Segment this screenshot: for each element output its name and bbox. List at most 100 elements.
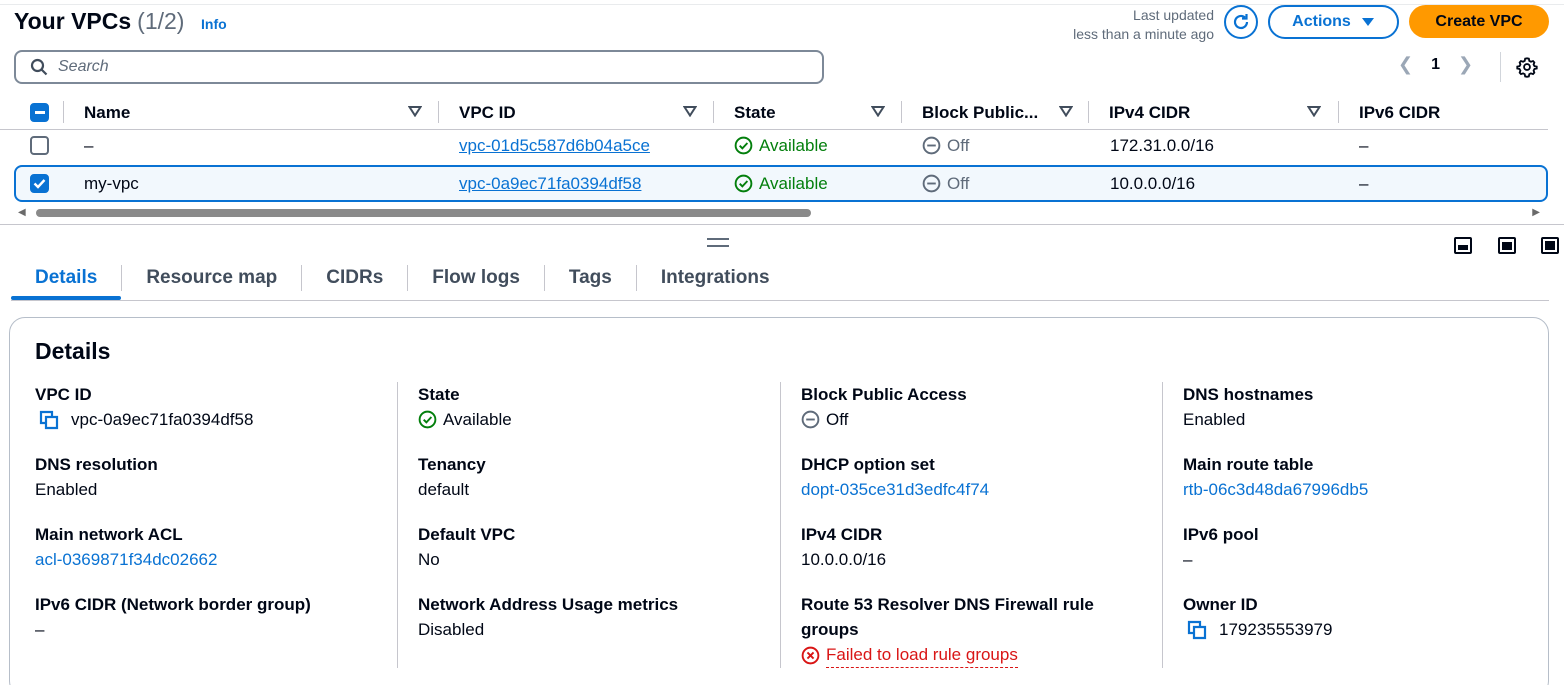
- split-bottom-icon[interactable]: [1454, 237, 1472, 254]
- field-label: IPv6 CIDR (Network border group): [35, 595, 311, 614]
- tab-details[interactable]: Details: [11, 256, 122, 300]
- search-input[interactable]: [58, 58, 758, 76]
- info-link[interactable]: Info: [201, 16, 227, 32]
- row-ipv4: 10.0.0.0/16: [1110, 173, 1196, 193]
- tab-tags[interactable]: Tags: [545, 256, 636, 300]
- tab-flow-logs[interactable]: Flow logs: [408, 256, 544, 300]
- col-name[interactable]: Name: [84, 96, 429, 129]
- split-full-icon[interactable]: [1541, 237, 1559, 254]
- ipv6-cidr-nbg-field: IPv6 CIDR (Network border group) –: [35, 592, 395, 642]
- col-ipv4-cidr[interactable]: IPv4 CIDR: [1109, 96, 1329, 129]
- row-checkbox[interactable]: [30, 127, 49, 164]
- tab-integrations[interactable]: Integrations: [637, 256, 794, 300]
- sort-caret-icon[interactable]: [1059, 105, 1073, 117]
- tenancy-value: default: [418, 480, 470, 499]
- row-name: my-vpc: [84, 173, 139, 193]
- title-text: Your VPCs: [14, 8, 132, 34]
- table-header: Name VPC ID State Block Public... IPv4 C…: [0, 96, 1548, 130]
- col-block-label: Block Public...: [922, 102, 1039, 122]
- default-vpc-value: No: [418, 550, 440, 569]
- sort-caret-icon[interactable]: [871, 105, 885, 117]
- row-ipv4: 172.31.0.0/16: [1110, 135, 1214, 155]
- col-ipv6-cidr[interactable]: IPv6 CIDR: [1359, 96, 1440, 129]
- check-icon: [33, 179, 46, 189]
- sort-caret-icon[interactable]: [683, 105, 697, 117]
- state-text: Available: [759, 173, 828, 193]
- main-network-acl-link[interactable]: acl-0369871f34dc02662: [35, 547, 395, 572]
- dns-hostnames-value: Enabled: [1183, 410, 1246, 429]
- vpc-id-field: VPC ID vpc-0a9ec71fa0394df58: [35, 382, 395, 432]
- sort-caret-icon[interactable]: [1307, 105, 1321, 117]
- dhcp-option-set-field: DHCP option set dopt-035ce31d3edfc4f74: [801, 452, 1161, 502]
- checkbox[interactable]: [30, 136, 49, 155]
- r53-firewall-error[interactable]: Failed to load rule groups: [826, 642, 1018, 668]
- prev-page-icon[interactable]: ❮: [1398, 54, 1413, 75]
- row-checkbox[interactable]: [30, 167, 49, 200]
- col-block-public-access[interactable]: Block Public...: [922, 96, 1082, 129]
- refresh-button[interactable]: [1224, 5, 1258, 39]
- next-page-icon[interactable]: ❯: [1458, 54, 1473, 75]
- field-label: DNS resolution: [35, 455, 158, 474]
- table-row[interactable]: – vpc-01d5c587d6b04a5ce Available Off 17…: [14, 127, 1548, 164]
- main-route-table-link[interactable]: rtb-06c3d48da67996db5: [1183, 477, 1543, 502]
- create-vpc-button[interactable]: Create VPC: [1409, 5, 1549, 38]
- row-block: Off: [922, 127, 969, 164]
- row-vpc-id-link: vpc-0a9ec71fa0394df58: [459, 167, 641, 200]
- vpc-id-link[interactable]: vpc-01d5c587d6b04a5ce: [459, 136, 650, 156]
- tab-cidrs[interactable]: CIDRs: [302, 256, 407, 300]
- block-text: Off: [947, 135, 970, 155]
- actions-button[interactable]: Actions: [1268, 5, 1399, 39]
- checkbox-checked[interactable]: [30, 174, 49, 193]
- status-stopped-icon: [922, 136, 941, 155]
- vpc-id-link[interactable]: vpc-0a9ec71fa0394df58: [459, 174, 641, 194]
- copy-icon[interactable]: [1187, 620, 1207, 640]
- sort-caret-icon[interactable]: [408, 105, 422, 117]
- column-divider: [901, 101, 902, 123]
- horizontal-scrollbar[interactable]: ◀ ▶: [16, 207, 1542, 219]
- status-stopped-icon: [801, 410, 820, 429]
- pagination: ❮ 1 ❯: [1398, 54, 1473, 75]
- ipv4-cidr-value: 10.0.0.0/16: [801, 550, 887, 569]
- status-stopped-icon: [922, 174, 941, 193]
- r53-firewall-field: Route 53 Resolver DNS Firewall rule grou…: [801, 592, 1161, 668]
- ipv6-cidr-nbg-value: –: [35, 620, 45, 639]
- ipv4-cidr-field: IPv4 CIDR 10.0.0.0/16: [801, 522, 1161, 572]
- nau-metrics-field: Network Address Usage metrics Disabled: [418, 592, 778, 642]
- table-row-selected[interactable]: my-vpc vpc-0a9ec71fa0394df58 Available O…: [14, 165, 1548, 202]
- search-box: [14, 50, 824, 84]
- field-label: Main route table: [1183, 455, 1314, 474]
- col-ipv4-label: IPv4 CIDR: [1109, 102, 1191, 122]
- row-vpc-id-link: vpc-01d5c587d6b04a5ce: [459, 127, 650, 164]
- current-page[interactable]: 1: [1431, 56, 1440, 74]
- col-state[interactable]: State: [734, 96, 894, 129]
- field-label: Block Public Access: [801, 385, 967, 404]
- tab-resource-map[interactable]: Resource map: [122, 256, 301, 300]
- resize-handle-icon[interactable]: [707, 238, 729, 247]
- field-label: IPv4 CIDR: [801, 525, 883, 544]
- column-divider: [780, 382, 781, 668]
- field-label: Owner ID: [1183, 595, 1258, 614]
- row-block: Off: [922, 167, 969, 200]
- dhcp-option-set-link[interactable]: dopt-035ce31d3edfc4f74: [801, 477, 1161, 502]
- checkbox-indeterminate[interactable]: [30, 103, 49, 122]
- preferences-gear-icon[interactable]: [1516, 56, 1538, 83]
- caret-down-icon: [1361, 18, 1374, 26]
- tabs-underline: [11, 300, 1549, 301]
- field-label: Main network ACL: [35, 525, 183, 544]
- col-vpc-id[interactable]: VPC ID: [459, 96, 704, 129]
- scrollbar-thumb[interactable]: [36, 209, 811, 217]
- field-label: DNS hostnames: [1183, 385, 1314, 404]
- scroll-left-icon[interactable]: ◀: [18, 207, 26, 218]
- copy-icon[interactable]: [39, 410, 59, 430]
- scroll-right-icon[interactable]: ▶: [1532, 207, 1540, 218]
- col-state-label: State: [734, 102, 776, 122]
- dns-resolution-value: Enabled: [35, 480, 98, 499]
- row-ipv6: –: [1359, 135, 1369, 155]
- ipv6-pool-value: –: [1183, 550, 1193, 569]
- select-all-checkbox[interactable]: [30, 96, 49, 129]
- row-state: Available: [734, 167, 828, 200]
- field-label: VPC ID: [35, 385, 92, 404]
- field-label: Tenancy: [418, 455, 486, 474]
- split-half-icon[interactable]: [1498, 237, 1516, 254]
- field-label-cont: groups: [801, 620, 859, 639]
